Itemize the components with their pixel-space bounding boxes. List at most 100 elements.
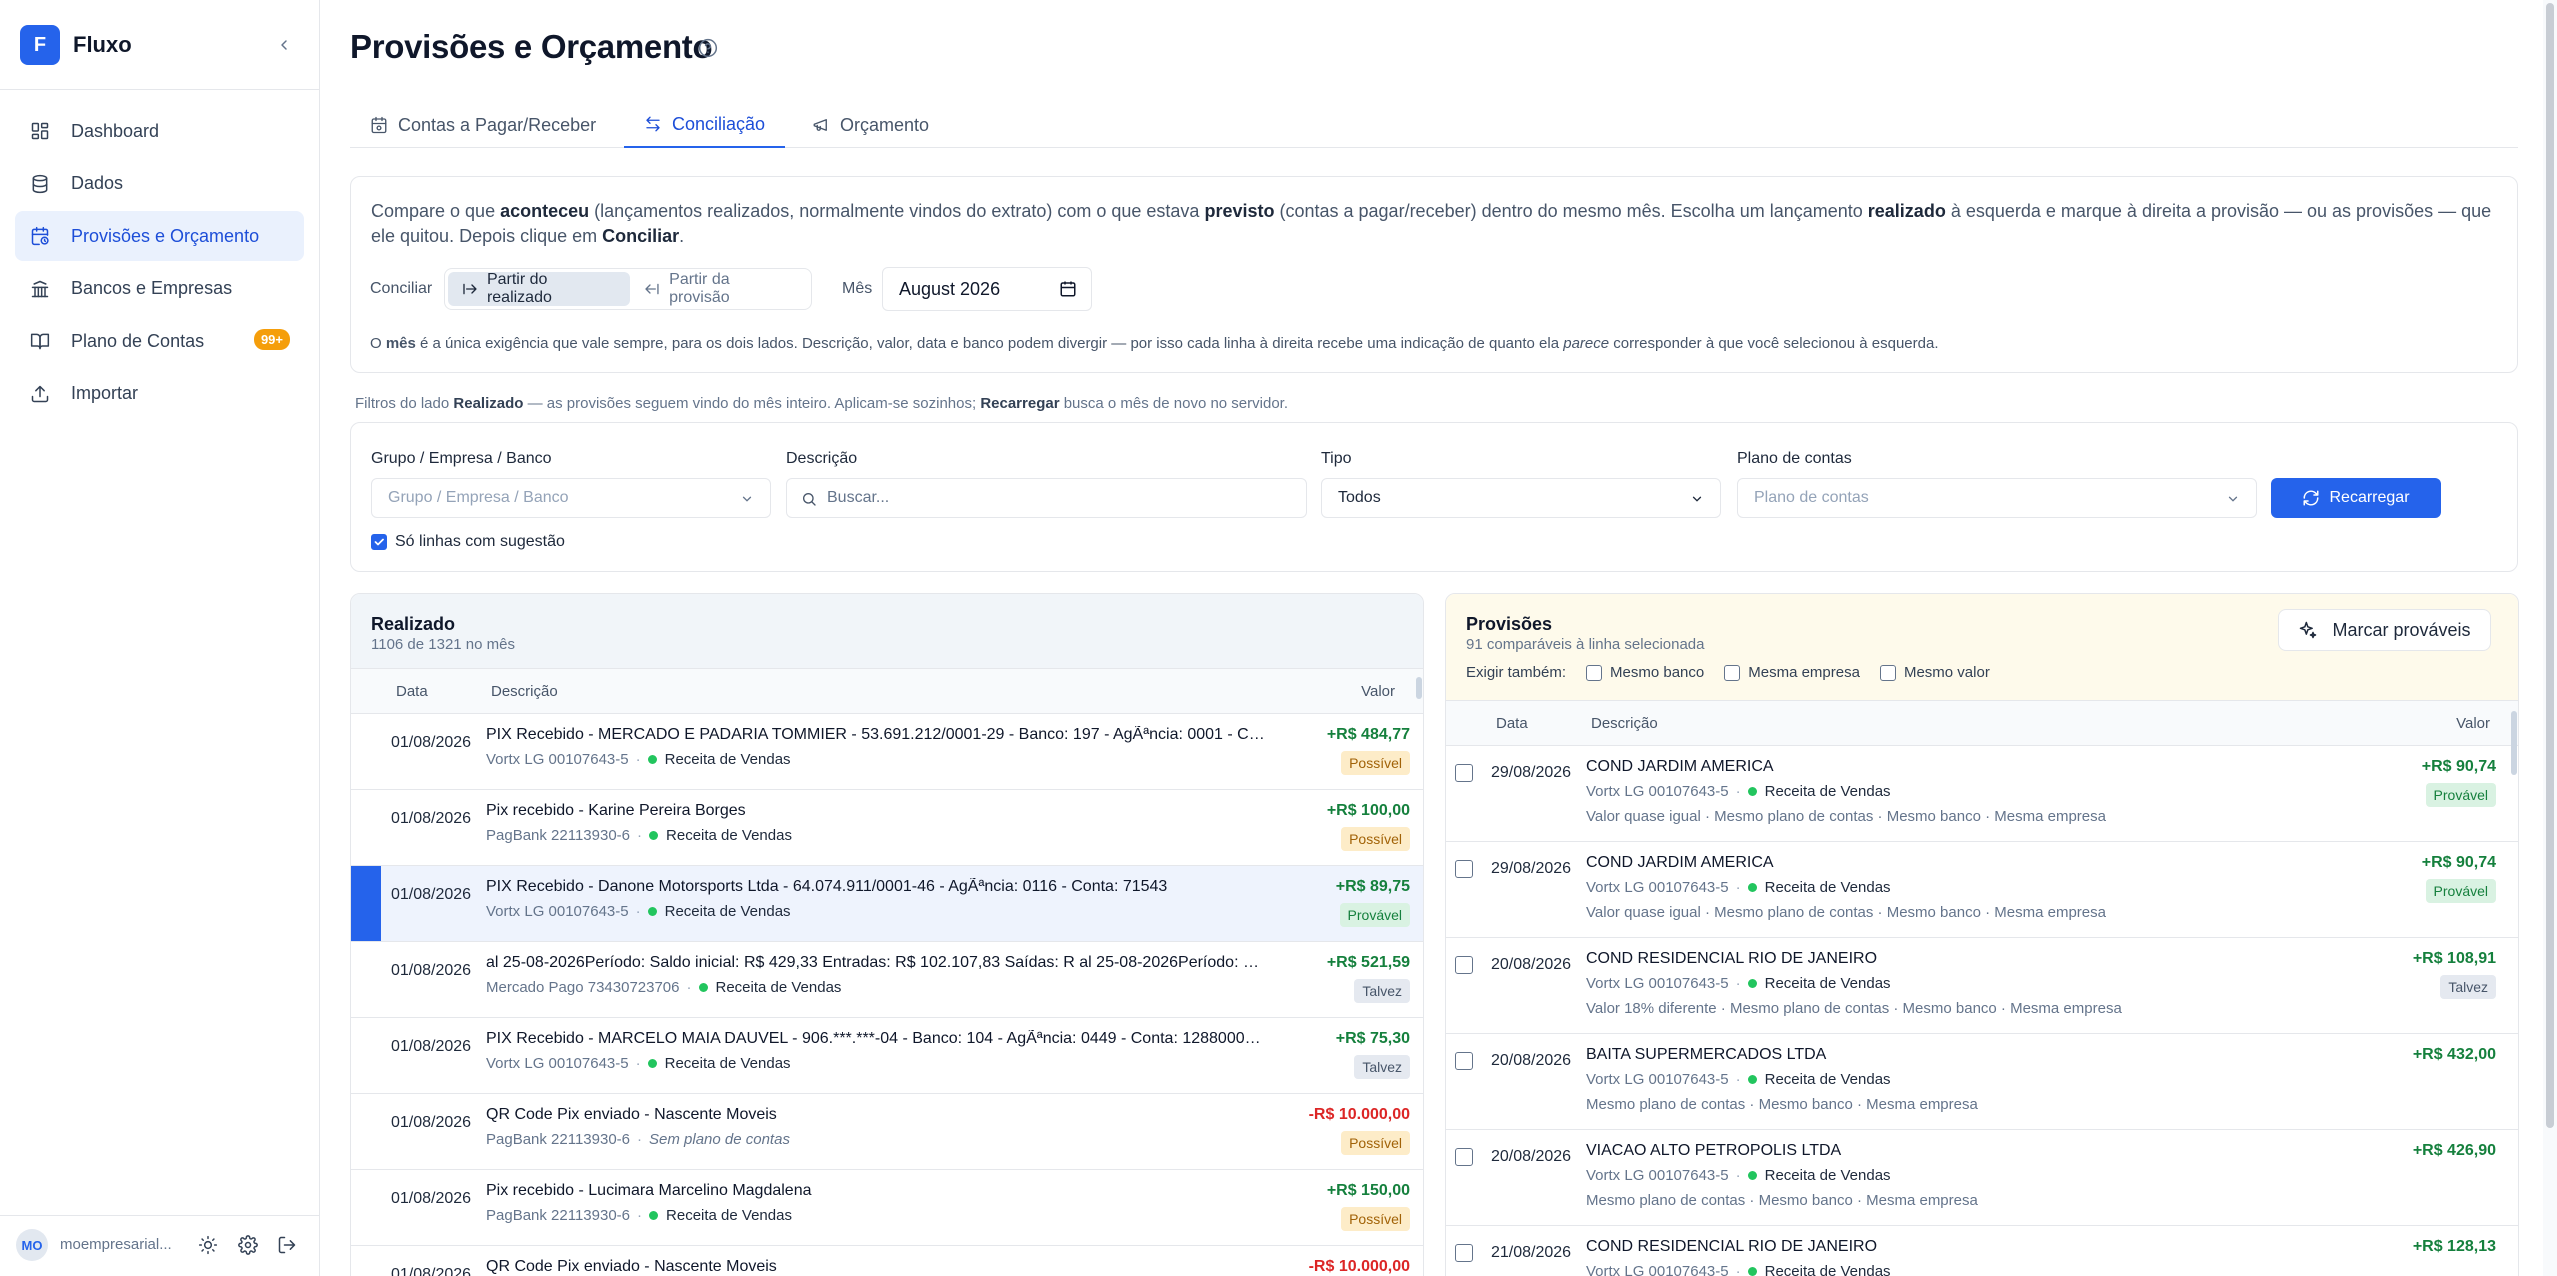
realizado-count: 1106 de 1321 no mês [371,636,516,653]
match-badge: Possível [1341,1207,1410,1231]
table-row[interactable]: 01/08/2026 QR Code Pix enviado - Nascente… [351,1094,1423,1170]
col-descricao[interactable]: Descrição [491,683,558,700]
database-icon [29,173,51,195]
grupo-select[interactable]: Grupo / Empresa / Banco [371,478,771,518]
help-icon[interactable] [698,38,718,63]
require-same-bank-checkbox[interactable]: Mesmo banco [1586,664,1704,681]
arrows-swap-icon [644,115,662,133]
match-badge: Provável [2425,783,2496,807]
tab-contas[interactable]: Contas a Pagar/Receber [350,102,616,148]
table-row[interactable]: 21/08/2026 COND RESIDENCIAL RIO DE JANEIR… [1446,1226,2518,1276]
book-icon [29,330,51,352]
col-data[interactable]: Data [1496,715,1528,732]
table-row[interactable]: 29/08/2026 COND JARDIM AMERICA Vortx LG 00… [1446,746,2518,842]
row-bank: Vortx LG 00107643-5 [1586,879,1729,896]
only-suggestion-checkbox[interactable]: Só linhas com sugestão [371,533,565,551]
logout-button[interactable] [275,1233,299,1257]
mode-toggle: Partir do realizado Partir da provisão [444,268,812,310]
col-descricao[interactable]: Descrição [1591,715,1658,732]
category-dot [1747,1171,1757,1180]
row-checkbox[interactable] [1455,956,1473,974]
chevron-down-icon [742,496,752,502]
month-input[interactable]: August 2026 [882,267,1092,311]
table-row[interactable]: 01/08/2026 PIX Recebido - Danone Motorspo… [351,866,1423,942]
brand-logo: F [20,25,60,65]
row-date: 01/08/2026 [391,810,472,827]
realizado-scrollbar[interactable] [1415,669,1423,1269]
row-checkbox[interactable] [1455,1244,1473,1262]
table-row[interactable]: 01/08/2026 QR Code Pix enviado - Nascente… [351,1246,1423,1276]
theme-toggle-button[interactable] [196,1233,220,1257]
row-description: Pix recebido - Karine Pereira Borges [486,802,746,819]
mode-realizado-button[interactable]: Partir do realizado [448,271,631,306]
month-label: Mês [842,280,873,297]
table-row[interactable]: 20/08/2026 BAITA SUPERMERCADOS LTDA Vortx … [1446,1034,2518,1130]
calendar-icon[interactable] [1059,280,1077,298]
reload-button[interactable]: Recarregar [2271,478,2441,518]
avatar[interactable]: MO [16,1229,48,1261]
provisoes-header: Provisões 91 comparáveis à linha selecio… [1446,594,2518,701]
row-checkbox[interactable] [1455,1052,1473,1070]
row-checkbox[interactable] [1455,860,1473,878]
table-row[interactable]: 01/08/2026 PIX Recebido - MARCELO MAIA DA… [351,1018,1423,1094]
row-category: Receita de Vendas [1764,1263,1891,1276]
sidebar-item-plano-de-contas[interactable]: Plano de Contas 99+ [15,316,304,366]
table-row[interactable]: 29/08/2026 COND JARDIM AMERICA Vortx LG 00… [1446,842,2518,938]
sidebar-item-provisoes[interactable]: Provisões e Orçamento [15,211,304,261]
user-name[interactable]: moempresarial... [60,1236,172,1253]
row-bank: PagBank 22113930-6 [486,827,631,844]
tab-conciliacao[interactable]: Conciliação [624,102,786,148]
sidebar-item-importar[interactable]: Importar [15,369,304,419]
mode-provisao-button[interactable]: Partir da provisão [630,271,808,306]
checkbox-checked[interactable] [371,534,387,550]
sidebar-item-label: Bancos e Empresas [71,278,233,298]
collapse-sidebar-button[interactable] [270,31,298,59]
scroll-thumb[interactable] [1416,677,1422,699]
row-category: Sem plano de contas [649,1131,790,1148]
require-same-value-checkbox[interactable]: Mesmo valor [1879,664,1990,681]
settings-button[interactable] [236,1233,260,1257]
mark-probable-button[interactable]: Marcar prováveis [2278,609,2491,651]
tipo-select[interactable]: Todos [1321,478,1721,518]
row-bank: Vortx LG 00107643-5 [486,751,629,768]
table-row[interactable]: 01/08/2026 Pix recebido - Lucimara Marcel… [351,1170,1423,1246]
sidebar-item-bancos[interactable]: Bancos e Empresas [15,264,304,314]
table-row[interactable]: 01/08/2026 al 25-08-2026Período: Saldo in… [351,942,1423,1018]
sidebar-item-dashboard[interactable]: Dashboard [15,106,304,156]
realizado-header: Realizado 1106 de 1321 no mês [351,594,1423,669]
plano-select[interactable]: Plano de contas [1737,478,2257,518]
table-row[interactable]: 01/08/2026 Pix recebido - Karine Pereira … [351,790,1423,866]
category-dot [649,1211,659,1220]
brand[interactable]: F Fluxo [20,25,132,65]
page-title: Provisões e Orçamento [350,28,713,65]
require-same-company-checkbox[interactable]: Mesma empresa [1724,664,1860,681]
col-data[interactable]: Data [396,683,428,700]
row-date: 01/08/2026 [391,1266,472,1276]
table-row[interactable]: 01/08/2026 PIX Recebido - MERCADO E PADAR… [351,714,1423,790]
row-meta: Vortx LG 00107643-5 · Receita de Vendas [486,751,791,768]
row-checkbox[interactable] [1455,1148,1473,1166]
table-row[interactable]: 20/08/2026 COND RESIDENCIAL RIO DE JANEIR… [1446,938,2518,1034]
col-valor[interactable]: Valor [2456,715,2490,732]
search-input[interactable]: Buscar... [786,478,1307,518]
category-dot [1747,787,1757,796]
row-date: 01/08/2026 [391,886,472,903]
row-checkbox[interactable] [1455,764,1473,782]
provisoes-scrollbar[interactable] [2510,701,2518,1276]
calendar-clock-icon [29,225,51,247]
sidebar-item-dados[interactable]: Dados [15,159,304,209]
row-description: PIX Recebido - MERCADO E PADARIA TOMMIER… [486,726,1266,743]
filters-card: Grupo / Empresa / Banco Grupo / Empresa … [350,422,2518,572]
row-value: +R$ 128,13 [2412,1238,2496,1255]
brand-name: Fluxo [73,32,132,57]
scroll-thumb[interactable] [2546,3,2554,1128]
tab-orcamento[interactable]: Orçamento [792,102,949,148]
page-scrollbar[interactable] [2543,0,2557,1276]
row-value: +R$ 432,00 [2412,1046,2496,1063]
col-valor[interactable]: Valor [1361,683,1395,700]
row-value: +R$ 108,91 [2412,950,2496,967]
row-meta: Vortx LG 00107643-5 · Receita de Vendas [486,903,791,920]
scroll-thumb[interactable] [2511,711,2517,775]
table-row[interactable]: 20/08/2026 VIACAO ALTO PETROPOLIS LTDA Vor… [1446,1130,2518,1226]
row-category: Receita de Vendas [1764,1167,1891,1184]
